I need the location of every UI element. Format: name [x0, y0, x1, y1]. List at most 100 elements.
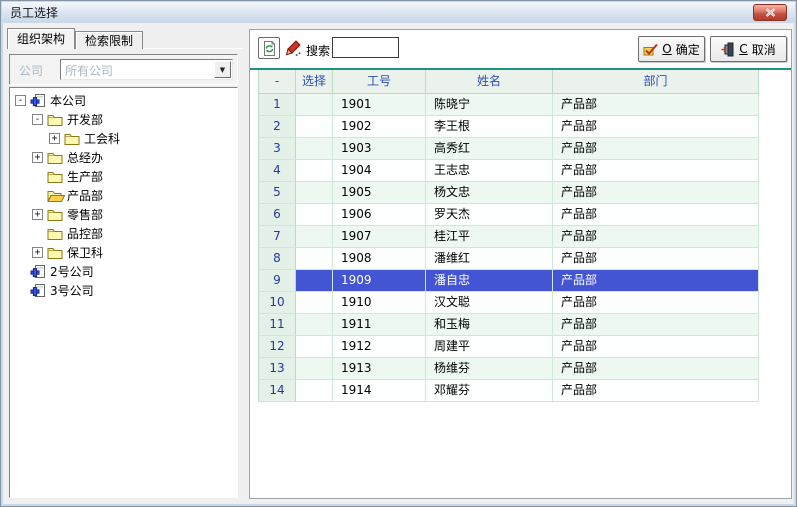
table-row[interactable]: 31903高秀红产品部	[258, 138, 791, 160]
folder-icon	[47, 113, 65, 126]
dialog-body: 组织架构 检索限制 公司 所有公司 ▼ -本公司-开发部+工会科+总经办生产部产…	[4, 23, 793, 503]
select-cell	[296, 336, 333, 358]
table-row[interactable]: 111911和玉梅产品部	[258, 314, 791, 336]
tree-item[interactable]: 2号公司	[10, 262, 237, 281]
column-header[interactable]: 选择	[296, 70, 333, 94]
company-icon	[30, 283, 48, 298]
select-cell	[296, 314, 333, 336]
clear-pen-icon[interactable]	[285, 39, 303, 57]
tree-item[interactable]: 生产部	[10, 167, 237, 186]
column-header[interactable]: -	[258, 70, 296, 94]
tree-item[interactable]: 品控部	[10, 224, 237, 243]
close-button[interactable]	[753, 4, 787, 21]
table-row[interactable]: 131913杨维芬产品部	[258, 358, 791, 380]
tree-item[interactable]: + 零售部	[10, 205, 237, 224]
company-icon	[30, 264, 48, 279]
department-cell: 产品部	[553, 226, 759, 248]
name-cell: 潘维红	[426, 248, 553, 270]
select-cell	[296, 94, 333, 116]
name-cell: 周建平	[426, 336, 553, 358]
tree-item[interactable]: 产品部	[10, 186, 237, 205]
employee-id-cell: 1904	[333, 160, 426, 182]
tree-item[interactable]: +总经办	[10, 148, 237, 167]
tab-search-limit[interactable]: 检索限制	[75, 31, 143, 49]
grid-body: 11901陈晓宁产品部21902李王根产品部31903高秀红产品部41904王志…	[258, 94, 791, 402]
folder-icon	[47, 170, 65, 183]
table-row[interactable]: 101910汉文聪产品部	[258, 292, 791, 314]
expand-toggle-icon[interactable]: +	[32, 209, 43, 220]
name-cell: 李王根	[426, 116, 553, 138]
folder-icon	[47, 151, 65, 164]
company-filter-group: 公司 所有公司 ▼	[9, 54, 238, 85]
tab-bar: 组织架构 检索限制	[7, 28, 143, 49]
table-row[interactable]: 4 1904王志忠产品部	[258, 160, 791, 182]
name-cell: 陈晓宁	[426, 94, 553, 116]
row-number-cell: 10	[258, 292, 296, 314]
employee-id-cell: 1902	[333, 116, 426, 138]
company-label: 公司	[19, 62, 43, 79]
ok-button[interactable]: O确定	[638, 36, 705, 62]
department-cell: 产品部	[553, 94, 759, 116]
row-number-cell: 8	[258, 248, 296, 270]
tree-item-label: 零售部	[65, 206, 103, 223]
column-header[interactable]: 姓名	[426, 70, 553, 94]
expand-toggle-icon[interactable]: +	[32, 247, 43, 258]
department-cell: 产品部	[553, 358, 759, 380]
tab-org-structure[interactable]: 组织架构	[7, 28, 75, 49]
tree-item[interactable]: 3号公司	[10, 281, 237, 300]
column-header[interactable]: 工号	[333, 70, 426, 94]
company-select[interactable]: 所有公司 ▼	[60, 59, 233, 80]
name-cell: 桂江平	[426, 226, 553, 248]
company-select-value: 所有公司	[65, 62, 113, 79]
table-row[interactable]: 1 1901陈晓宁产品部	[258, 94, 791, 116]
expand-toggle-icon[interactable]: -	[32, 114, 43, 125]
select-cell	[296, 204, 333, 226]
tree-item-label: 产品部	[65, 187, 103, 204]
chevron-down-icon[interactable]: ▼	[214, 61, 231, 78]
table-row[interactable]: 61906罗天杰产品部	[258, 204, 791, 226]
tree-item[interactable]: +工会科	[10, 129, 237, 148]
row-number-cell: 13	[258, 358, 296, 380]
employee-id-cell: 1901	[333, 94, 426, 116]
tree-item[interactable]: + 保卫科	[10, 243, 237, 262]
expand-toggle-icon[interactable]: +	[32, 152, 43, 163]
employee-id-cell: 1910	[333, 292, 426, 314]
table-row[interactable]: 121912周建平产品部	[258, 336, 791, 358]
row-number-cell: 1	[258, 94, 296, 116]
tree-item-label: 品控部	[65, 225, 103, 242]
table-row[interactable]: 21902李王根产品部	[258, 116, 791, 138]
folder-icon	[47, 208, 65, 221]
name-cell: 杨文忠	[426, 182, 553, 204]
department-cell: 产品部	[553, 314, 759, 336]
tree-item[interactable]: -开发部	[10, 110, 237, 129]
row-number-cell: 9	[258, 270, 296, 292]
column-header[interactable]: 部门	[553, 70, 759, 94]
search-input[interactable]	[332, 37, 399, 58]
table-row[interactable]: 141914邓耀芬产品部	[258, 380, 791, 402]
name-cell: 王志忠	[426, 160, 553, 182]
employee-id-cell: 1905	[333, 182, 426, 204]
refresh-button[interactable]	[258, 37, 280, 59]
select-cell	[296, 226, 333, 248]
table-row[interactable]: 81908潘维红产品部	[258, 248, 791, 270]
tree-item-label: 生产部	[65, 168, 103, 185]
cancel-button[interactable]: C取消	[710, 36, 787, 62]
expand-toggle-icon[interactable]: -	[15, 95, 26, 106]
row-number-cell: 4	[258, 160, 296, 182]
tree-item-label: 保卫科	[65, 244, 103, 261]
name-cell: 罗天杰	[426, 204, 553, 226]
table-row[interactable]: 91909潘自忠产品部	[258, 270, 791, 292]
row-number-cell: 5	[258, 182, 296, 204]
expand-toggle-icon[interactable]: +	[49, 133, 60, 144]
table-row[interactable]: 71907桂江平产品部	[258, 226, 791, 248]
close-icon	[765, 8, 776, 17]
employee-id-cell: 1914	[333, 380, 426, 402]
ok-label: 确定	[676, 41, 700, 58]
select-cell	[296, 358, 333, 380]
folder-icon	[47, 227, 65, 240]
department-cell: 产品部	[553, 336, 759, 358]
table-row[interactable]: 51905杨文忠产品部	[258, 182, 791, 204]
row-number-cell: 11	[258, 314, 296, 336]
tree-item[interactable]: -本公司	[10, 91, 237, 110]
department-cell: 产品部	[553, 160, 759, 182]
